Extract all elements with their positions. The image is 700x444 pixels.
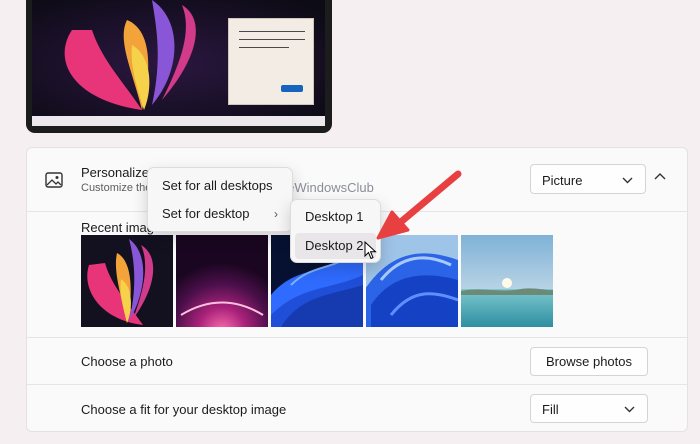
mouse-cursor-icon [364,241,377,260]
fit-value: Fill [542,402,559,417]
choose-fit-row: Choose a fit for your desktop image Fill [27,384,687,433]
picture-icon [45,172,63,188]
card-subtitle: Customize the [81,182,152,194]
chevron-down-icon [624,406,635,413]
choose-photo-label: Choose a photo [81,354,173,369]
chevron-right-icon: › [274,207,278,221]
chevron-up-icon[interactable] [654,172,666,180]
chevron-down-icon [622,177,633,184]
background-type-dropdown[interactable]: Picture [530,164,646,194]
recent-image-5[interactable] [461,235,553,327]
choose-fit-label: Choose a fit for your desktop image [81,402,287,417]
preview-window [228,18,314,105]
annotation-arrow-icon [376,170,462,240]
recent-image-2[interactable] [176,235,268,327]
recent-image-1[interactable] [81,235,173,327]
dropdown-value: Picture [542,173,583,188]
submenu-item-desktop-1[interactable]: Desktop 1 [295,204,376,230]
menu-item-set-all-desktops[interactable]: Set for all desktops [152,173,288,199]
menu-item-label: Set for desktop [162,206,250,221]
desktop-preview [26,0,332,133]
menu-item-set-for-desktop[interactable]: Set for desktop › [152,201,288,227]
browse-photos-button[interactable]: Browse photos [530,347,648,376]
fit-dropdown[interactable]: Fill [530,394,648,423]
context-menu: Set for all desktops Set for desktop › [147,167,293,232]
preview-taskbar [32,116,325,126]
choose-photo-row: Choose a photo Browse photos [27,337,687,384]
